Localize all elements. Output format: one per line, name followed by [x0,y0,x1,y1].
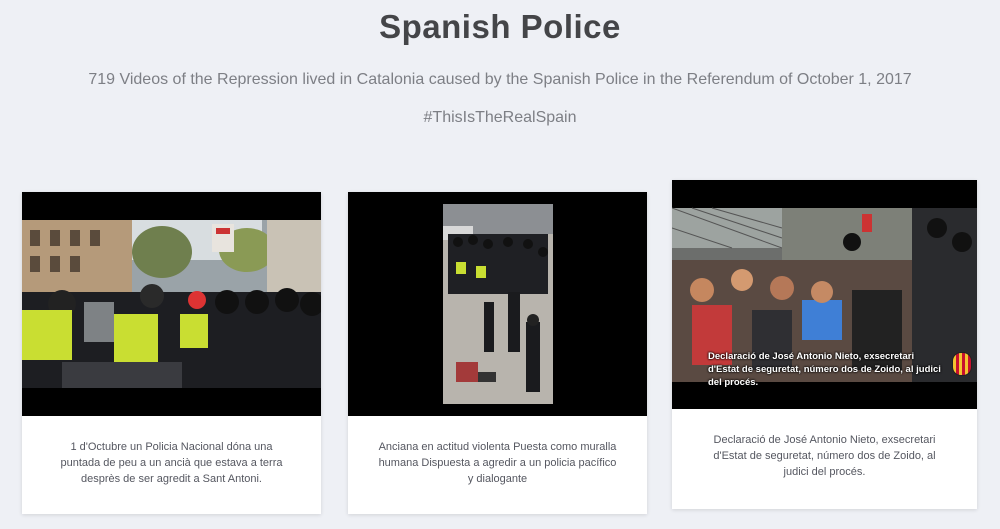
hashtag: #ThisIsTheRealSpain [423,109,577,126]
video-card[interactable]: 1 d'Octubre un Policia Nacional dóna una… [22,192,321,514]
video-caption: 1 d'Octubre un Policia Nacional dóna una… [60,441,283,485]
video-caption: Anciana en actitud violenta Puesta como … [378,441,617,485]
video-thumbnail[interactable] [22,192,321,416]
video-card[interactable]: Declaració de José Antonio Nieto, exsecr… [672,180,977,509]
video-subtitle-overlay: Declaració de José Antonio Nieto, exsecr… [708,351,941,388]
video-frame-street-police [22,192,321,416]
video-card[interactable]: Anciana en actitud violenta Puesta como … [348,192,647,514]
emblem-icon [952,352,972,376]
video-caption: Declaració de José Antonio Nieto, exsecr… [713,434,936,478]
video-frame-vertical-police [348,192,647,416]
video-thumbnail[interactable]: Declaració de José Antonio Nieto, exsecr… [672,180,977,409]
video-thumbnail[interactable] [348,192,647,416]
page-title: Spanish Police [379,8,621,45]
page-subtitle: 719 Videos of the Repression lived in Ca… [88,71,912,88]
